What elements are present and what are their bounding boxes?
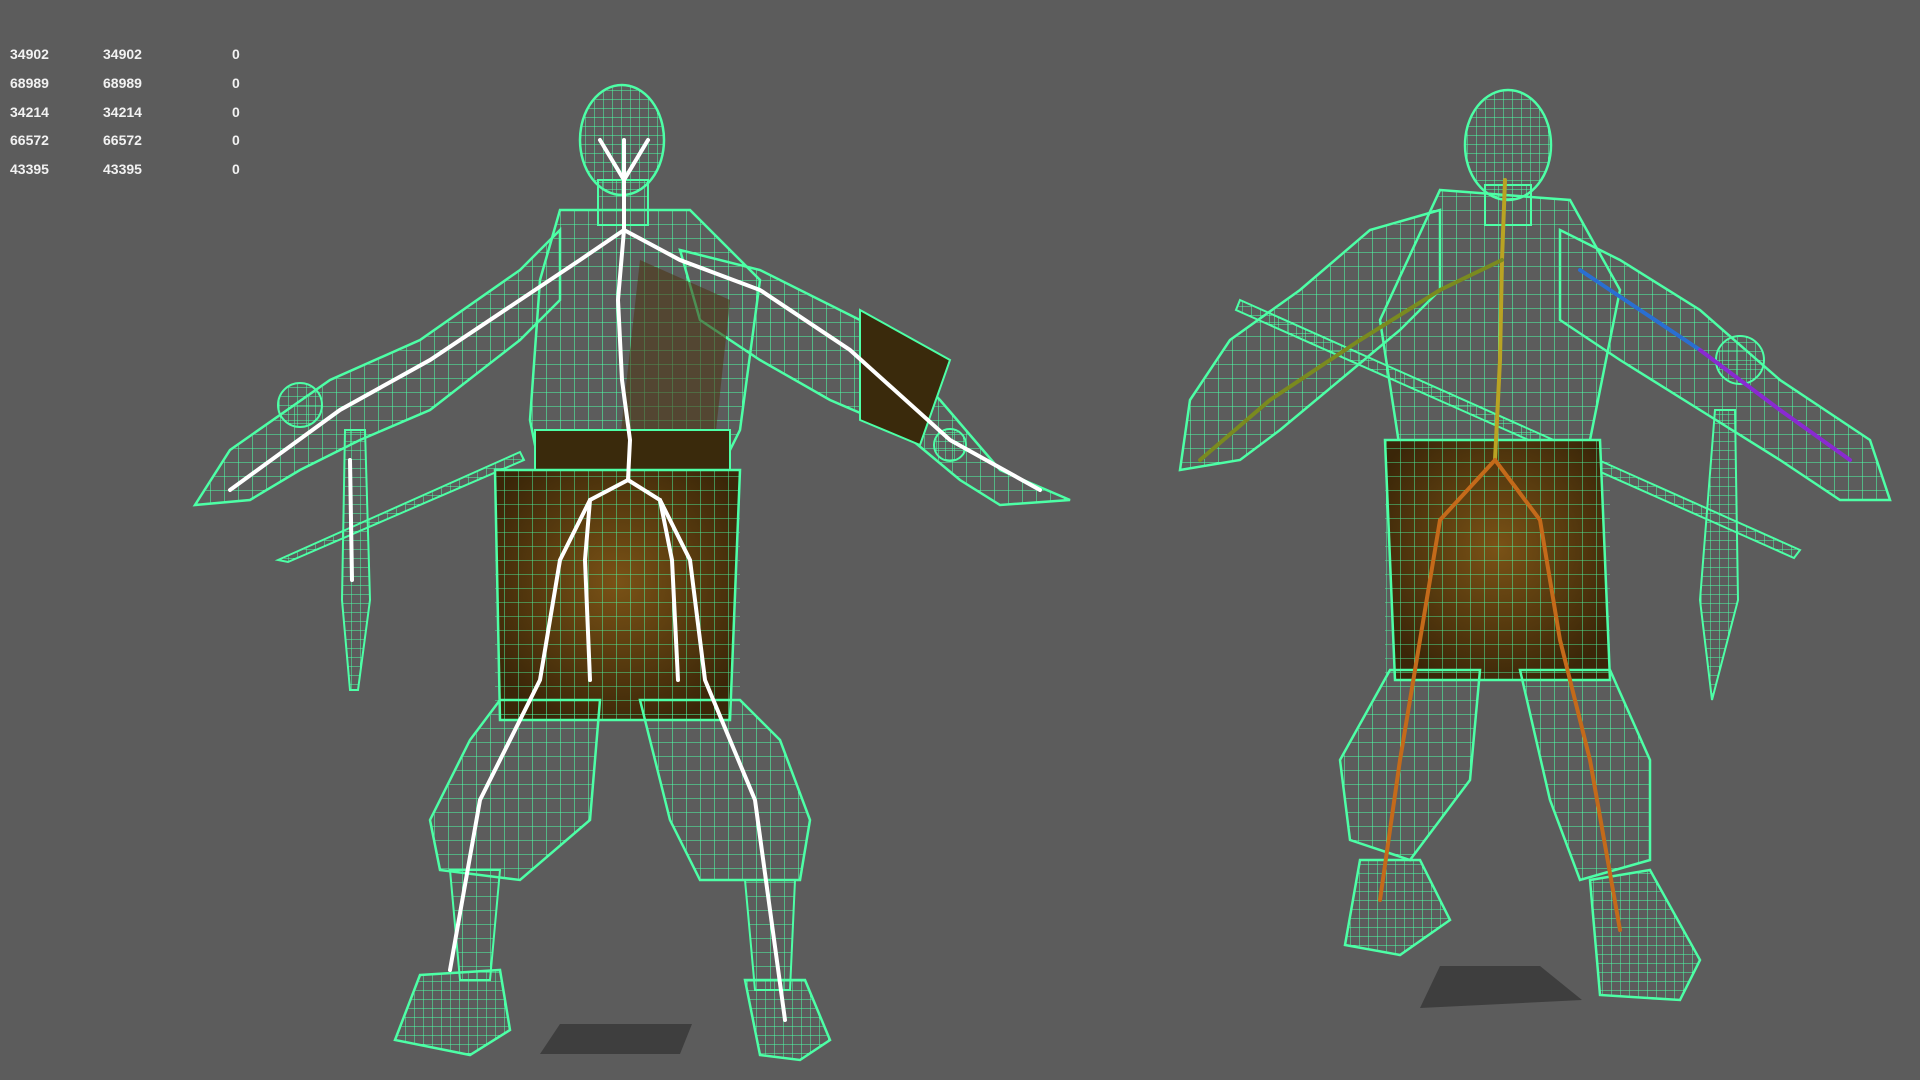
hanging-strip-left (340, 429, 372, 691)
bracer-right-back (1715, 335, 1765, 385)
hud-value: 34214 (103, 103, 142, 120)
hud-value: 34214 (10, 103, 49, 120)
hud-row: 68989 68989 0 (10, 75, 270, 104)
hud-value: 0 (232, 74, 240, 91)
hud-value: 0 (232, 161, 240, 178)
character-back-view[interactable] (1178, 88, 1892, 1002)
hud-value: 34902 (103, 46, 142, 62)
hud-value: 43395 (103, 161, 142, 178)
head-back (1463, 88, 1553, 202)
hanging-strip-back (1698, 409, 1740, 701)
foot-right-front (743, 978, 832, 1062)
hud-row: 34214 34214 0 (10, 104, 270, 133)
hud-value: 0 (232, 132, 240, 149)
pants-right-back (1518, 668, 1652, 882)
heads-up-display: 34902 34902 0 68989 68989 0 34214 34214 … (10, 46, 270, 190)
hud-row: 43395 43395 0 (10, 161, 270, 190)
hud-value: 68989 (103, 74, 142, 91)
neck-back (1484, 184, 1532, 226)
character-front-view[interactable] (192, 83, 1071, 1062)
viewport-3d[interactable] (0, 0, 1920, 1080)
hud-value: 66572 (103, 132, 142, 149)
hud-row: 66572 66572 0 (10, 132, 270, 161)
hud-value: 0 (232, 46, 240, 62)
foot-left-back (1343, 858, 1452, 957)
hud-row: 34902 34902 0 (10, 46, 270, 75)
hud-value: 43395 (10, 161, 49, 178)
foot-left-front (393, 968, 512, 1057)
hud-value: 66572 (10, 132, 49, 149)
hud-value: 68989 (10, 74, 49, 91)
bracer-left-front (277, 382, 323, 428)
ground-plane-front (540, 1024, 692, 1054)
hud-value: 0 (232, 103, 240, 120)
hud-value: 34902 (10, 46, 49, 62)
belt-front (534, 429, 731, 476)
foot-right-back (1588, 868, 1702, 1002)
ground-plane-back (1420, 966, 1582, 1008)
sword-front (274, 450, 526, 564)
